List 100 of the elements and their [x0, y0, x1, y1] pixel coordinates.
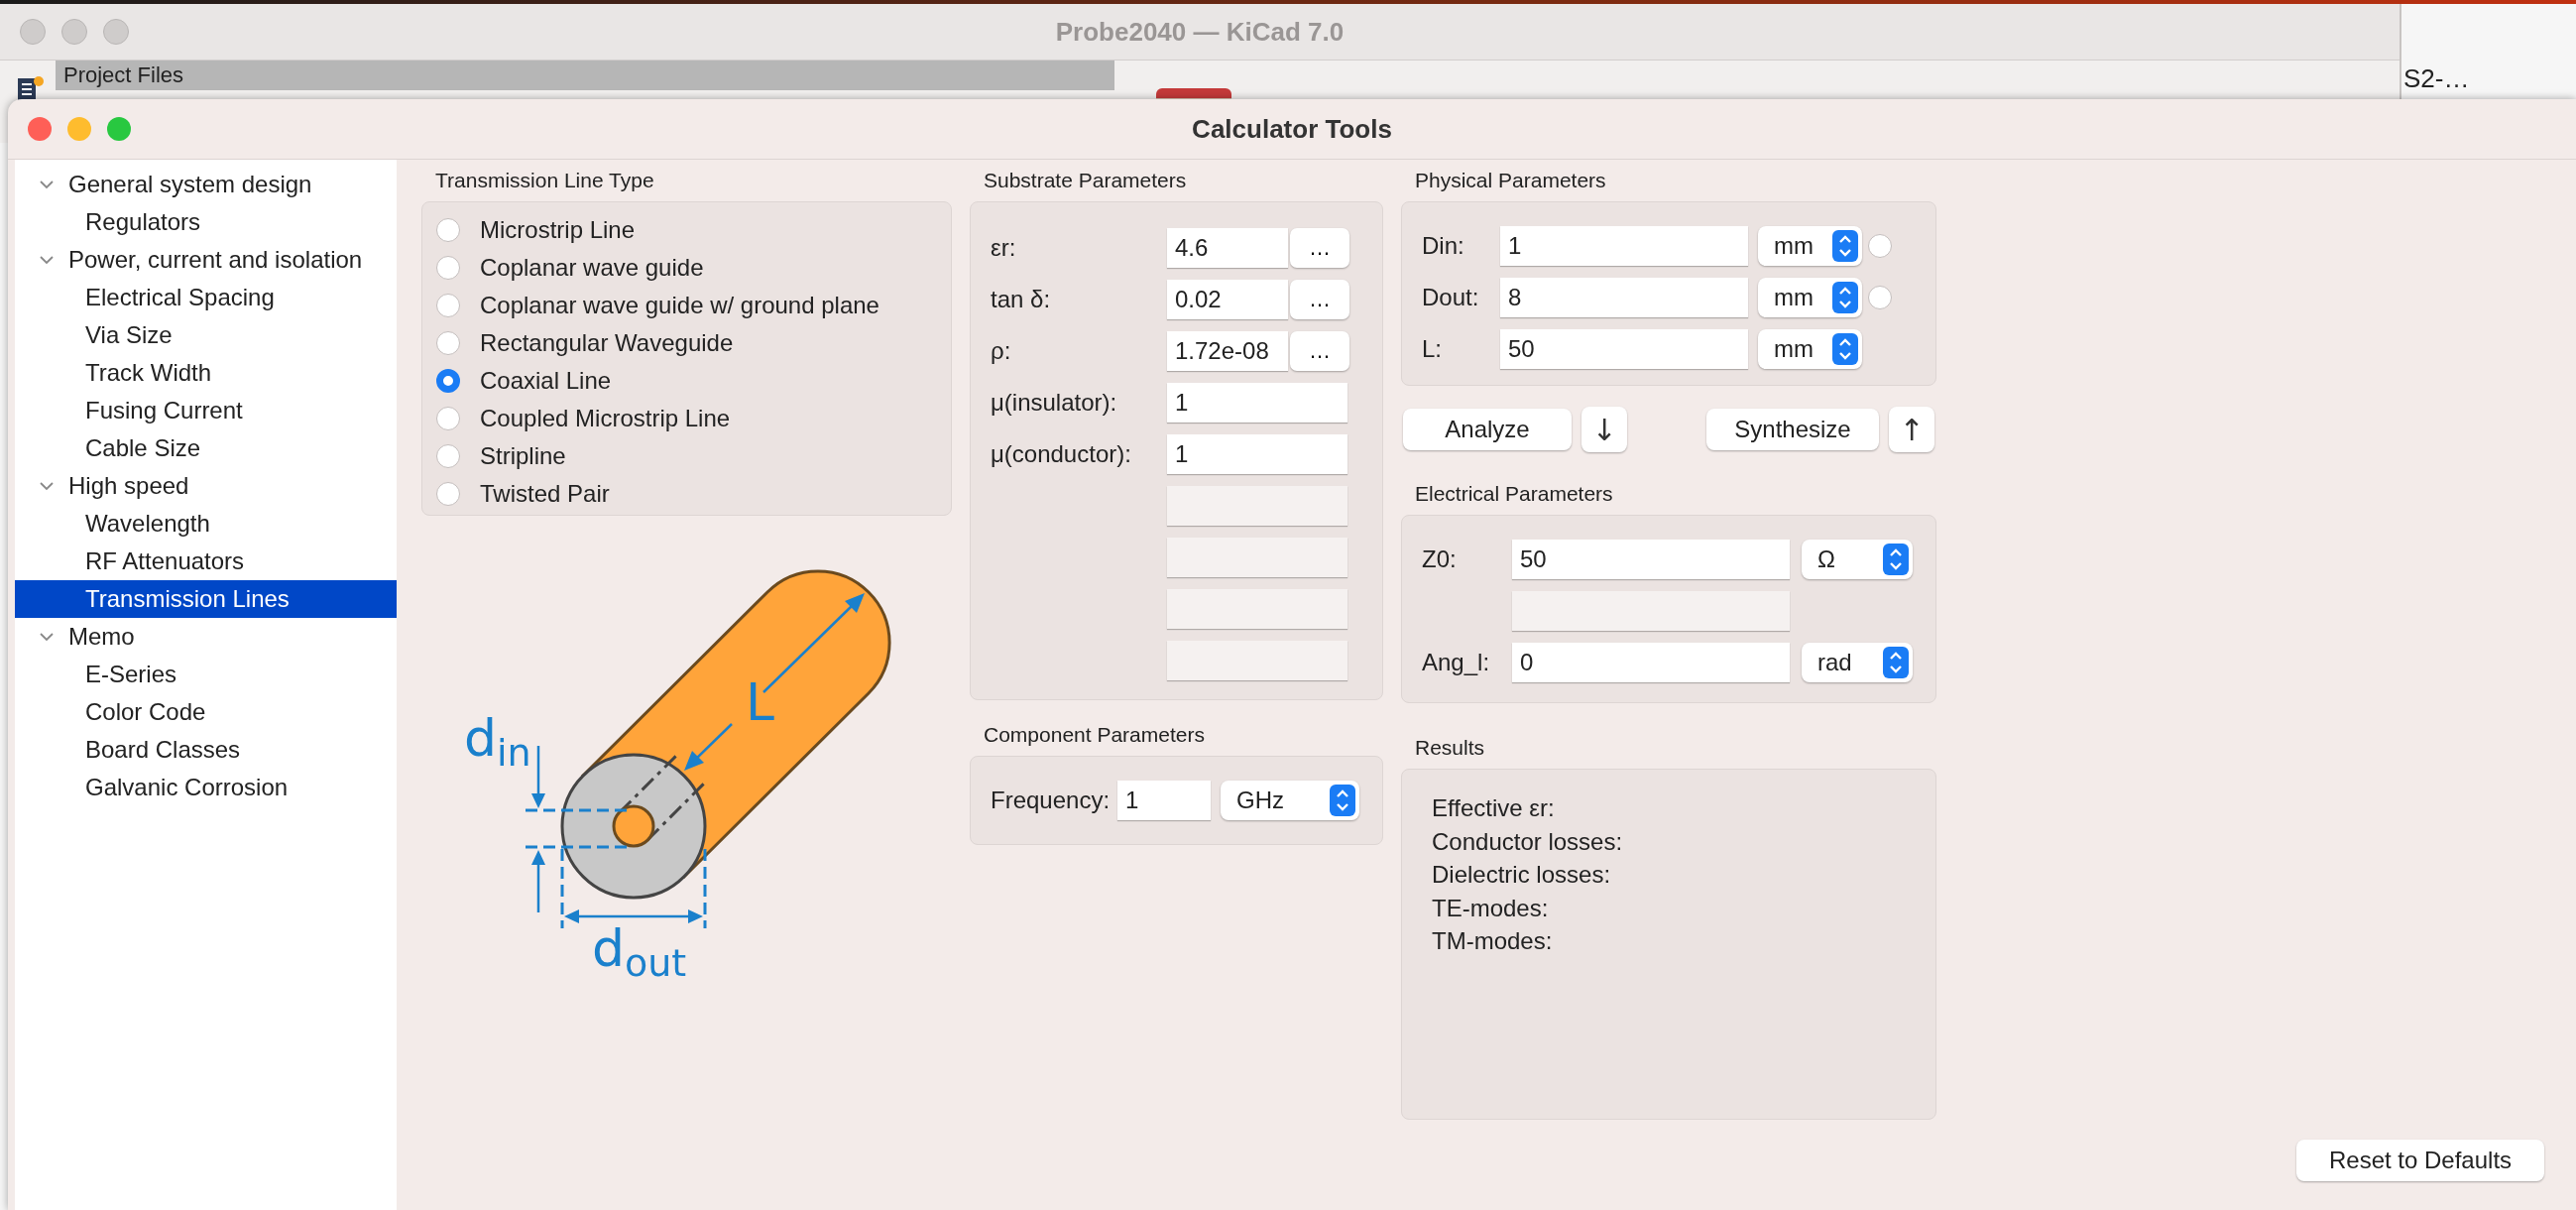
- sidebar-group[interactable]: Power, current and isolation: [15, 241, 397, 279]
- stepper-icon: [1832, 333, 1858, 365]
- action-button[interactable]: Synthesize: [1706, 409, 1879, 450]
- parameter-label: Frequency:: [991, 786, 1111, 814]
- sidebar-item[interactable]: Electrical Spacing: [15, 279, 397, 316]
- section-title: Component Parameters: [983, 722, 1206, 748]
- parameter-label: μ(conductor):: [991, 440, 1132, 468]
- dimension-label: d$_{out}$: [592, 918, 687, 985]
- input-field[interactable]: 0: [1512, 643, 1790, 682]
- radio-button[interactable]: [1868, 286, 1892, 309]
- radio-button[interactable]: [436, 444, 460, 468]
- input-field[interactable]: 1.72e-08: [1167, 331, 1288, 371]
- section-title: Physical Parameters: [1414, 168, 1607, 193]
- radio-button[interactable]: [436, 218, 460, 242]
- radio-label[interactable]: Coplanar wave guide: [480, 254, 704, 282]
- section-title: Electrical Parameters: [1414, 481, 1614, 507]
- minimize-button[interactable]: [61, 19, 87, 45]
- radio-button[interactable]: [436, 294, 460, 317]
- sidebar-item[interactable]: Galvanic Corrosion: [15, 769, 397, 806]
- sidebar-group[interactable]: Memo: [15, 618, 397, 656]
- input-field[interactable]: 1: [1500, 226, 1748, 266]
- radio-label[interactable]: Stripline: [480, 442, 566, 470]
- action-button[interactable]: Analyze: [1403, 409, 1572, 450]
- unit-dropdown[interactable]: mm: [1758, 278, 1862, 317]
- radio-label[interactable]: Coaxial Line: [480, 367, 612, 395]
- clipped-label: S2-…: [2403, 63, 2470, 93]
- parameter-label: ρ:: [991, 337, 1012, 365]
- input-field[interactable]: 1: [1167, 434, 1347, 474]
- parameter-label: tan δ:: [991, 286, 1052, 313]
- parameter-label: Z0:: [1422, 545, 1458, 573]
- radio-label[interactable]: Rectangular Waveguide: [480, 329, 734, 357]
- more-button[interactable]: …: [1290, 280, 1349, 319]
- radio-button[interactable]: [1868, 234, 1892, 258]
- result-label: Effective εr:: [1432, 793, 1556, 823]
- sidebar-item[interactable]: E-Series: [15, 656, 397, 693]
- stepper-icon: [1883, 647, 1909, 678]
- window-title: Probe2040 — KiCad 7.0: [1055, 16, 1345, 48]
- sidebar-item[interactable]: Via Size: [15, 316, 397, 354]
- more-button[interactable]: …: [1290, 228, 1349, 268]
- radio-button[interactable]: [436, 369, 460, 393]
- unit-dropdown[interactable]: rad: [1802, 643, 1913, 682]
- sidebar-item[interactable]: Cable Size: [15, 429, 397, 467]
- unit-dropdown[interactable]: mm: [1758, 329, 1862, 369]
- result-label: TE-modes:: [1432, 893, 1550, 923]
- reset-button[interactable]: Reset to Defaults: [2296, 1140, 2544, 1181]
- radio-button[interactable]: [436, 256, 460, 280]
- stepper-icon: [1832, 230, 1858, 262]
- section-title: Results: [1414, 735, 1486, 761]
- input-field[interactable]: 50: [1500, 329, 1748, 369]
- input-field[interactable]: 4.6: [1167, 228, 1288, 268]
- radio-button[interactable]: [436, 407, 460, 430]
- parameter-label: Din:: [1422, 232, 1465, 260]
- sidebar-group[interactable]: General system design: [15, 166, 397, 203]
- result-label: TM-modes:: [1432, 926, 1554, 956]
- sidebar-item[interactable]: Transmission Lines: [15, 580, 397, 618]
- panel-header: Project Files: [56, 60, 1114, 90]
- input-field[interactable]: 8: [1500, 278, 1748, 317]
- radio-label[interactable]: Twisted Pair: [480, 480, 610, 508]
- parameter-label: εr:: [991, 234, 1017, 262]
- input-field[interactable]: 0.02: [1167, 280, 1288, 319]
- close-button[interactable]: [20, 19, 46, 45]
- dimension-label: d$_{in}$: [464, 708, 531, 775]
- unit-dropdown[interactable]: mm: [1758, 226, 1862, 266]
- section-title: Substrate Parameters: [983, 168, 1188, 193]
- stepper-icon: [1330, 785, 1356, 816]
- radio-button[interactable]: [436, 482, 460, 506]
- arrow-button[interactable]: ↓: [1581, 407, 1627, 452]
- input-field[interactable]: 1: [1167, 383, 1347, 423]
- section-title: Transmission Line Type: [434, 168, 655, 193]
- input-field[interactable]: 50: [1512, 540, 1790, 579]
- parameter-label: μ(insulator):: [991, 389, 1118, 417]
- sidebar-item[interactable]: Fusing Current: [15, 392, 397, 429]
- radio-label[interactable]: Microstrip Line: [480, 216, 636, 244]
- sidebar-item[interactable]: Track Width: [15, 354, 397, 392]
- sidebar-item[interactable]: RF Attenuators: [15, 543, 397, 580]
- sidebar-group[interactable]: High speed: [15, 467, 397, 505]
- radio-button[interactable]: [436, 331, 460, 355]
- zoom-button[interactable]: [103, 19, 129, 45]
- close-button[interactable]: [28, 117, 52, 141]
- sidebar-item[interactable]: Color Code: [15, 693, 397, 731]
- unit-dropdown[interactable]: Ω: [1802, 540, 1913, 579]
- result-label: Dielectric losses:: [1432, 860, 1612, 890]
- zoom-button[interactable]: [107, 117, 131, 141]
- sidebar-item[interactable]: Wavelength: [15, 505, 397, 543]
- sidebar-item[interactable]: Regulators: [15, 203, 397, 241]
- input-field[interactable]: 1: [1117, 781, 1212, 820]
- result-label: Conductor losses:: [1432, 826, 1624, 857]
- sidebar-item[interactable]: Board Classes: [15, 731, 397, 769]
- stepper-icon: [1883, 544, 1909, 575]
- parameter-label: Dout:: [1422, 284, 1480, 311]
- unit-dropdown[interactable]: GHz: [1221, 781, 1360, 820]
- radio-label[interactable]: Coupled Microstrip Line: [480, 405, 731, 432]
- more-button[interactable]: …: [1290, 331, 1349, 371]
- parameter-label: L:: [1422, 335, 1443, 363]
- parameter-label: Ang_l:: [1422, 649, 1491, 676]
- window-title: Calculator Tools: [1192, 113, 1392, 145]
- minimize-button[interactable]: [67, 117, 91, 141]
- arrow-button[interactable]: ↑: [1889, 407, 1934, 452]
- stepper-icon: [1832, 282, 1858, 313]
- radio-label[interactable]: Coplanar wave guide w/ ground plane: [480, 292, 879, 319]
